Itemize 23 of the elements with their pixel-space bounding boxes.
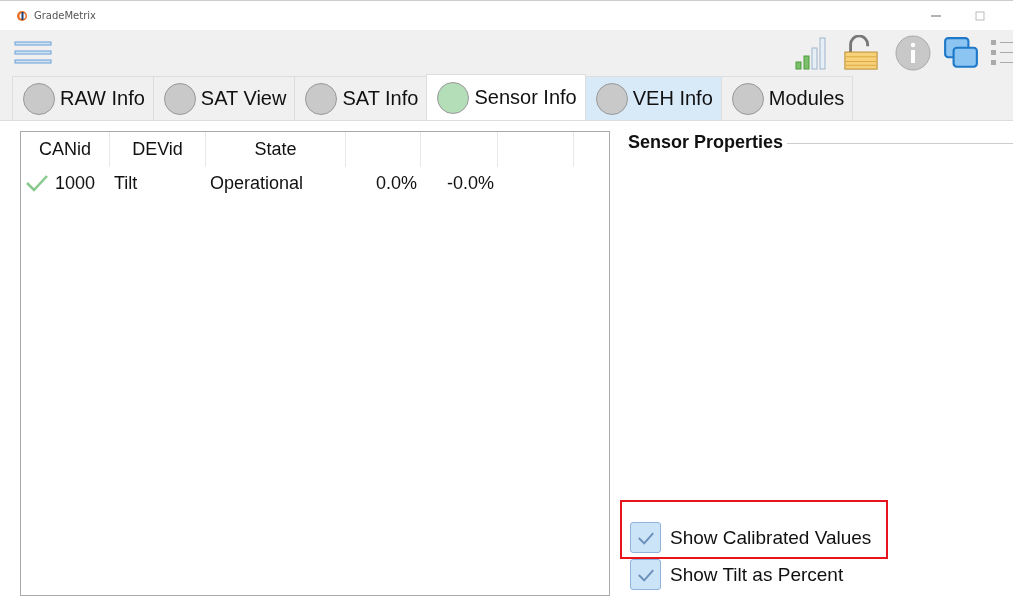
table-cell: 1000 <box>55 172 96 194</box>
table-cell: 0.0% <box>375 172 417 194</box>
checkbox[interactable]: Show Calibrated Values <box>630 522 872 553</box>
padlock-icon[interactable] <box>843 35 879 71</box>
column-header[interactable]: State <box>206 132 346 167</box>
column-header[interactable]: DEVid <box>110 132 206 167</box>
menu-icon[interactable] <box>14 41 52 65</box>
app-logo-icon <box>16 9 28 22</box>
info-icon[interactable] <box>895 35 931 71</box>
table-cell: -0.0% <box>446 172 494 194</box>
column-header[interactable]: CANid <box>21 132 110 167</box>
table-cell: Tilt <box>114 172 138 194</box>
windows-icon[interactable] <box>943 35 979 71</box>
checkbox[interactable]: Show Tilt as Percent <box>630 559 844 590</box>
list-icon[interactable] <box>991 38 1013 68</box>
table-cell: Operational <box>210 172 304 194</box>
tab[interactable]: Modules <box>720 76 854 120</box>
window-title: GradeMetrix <box>34 10 96 21</box>
maximize-icon[interactable] <box>975 10 985 21</box>
tab[interactable]: VEH Info <box>584 76 722 120</box>
group-title: Sensor Properties <box>628 132 784 153</box>
tab[interactable]: RAW Info <box>12 76 154 120</box>
tab[interactable]: Sensor Info <box>426 74 586 120</box>
